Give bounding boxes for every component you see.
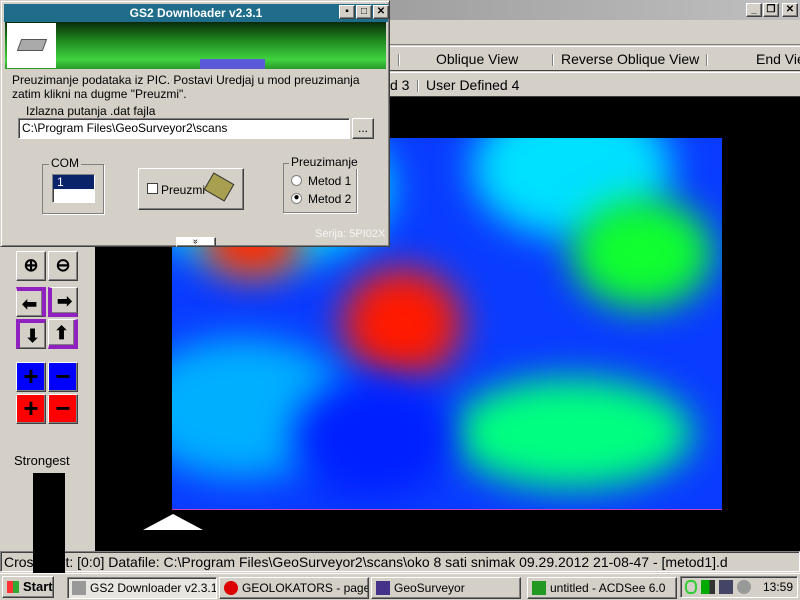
method-2-radio[interactable]: ● Metod 2	[291, 192, 353, 206]
task-gs2-downloader[interactable]: GS2 Downloader v2.3.1	[67, 577, 217, 599]
opera-icon	[224, 581, 238, 595]
terrain-banner	[5, 22, 386, 69]
zoom-out-icon: ⊖	[55, 255, 71, 275]
signal-strength-bar-bottom	[33, 551, 65, 573]
user-defined-3-button[interactable]: d 3	[390, 77, 409, 93]
reverse-oblique-view-button[interactable]: Reverse Oblique View	[561, 51, 699, 67]
dialog-minimize-button[interactable]: ▪	[339, 5, 355, 19]
banner-arrow	[200, 59, 265, 69]
tilt-up-button[interactable]: ⬆	[48, 319, 78, 349]
gs2-downloader-dialog: GS2 Downloader v2.3.1 ▪ □ ✕ Preuzimanje …	[0, 0, 390, 247]
skype-icon[interactable]	[685, 580, 697, 594]
user-defined-4-button[interactable]: User Defined 4	[426, 77, 519, 93]
expand-button[interactable]: »	[176, 237, 216, 247]
task-label: GS2 Downloader v2.3.1	[90, 581, 217, 595]
red-plus-button[interactable]: +	[16, 394, 46, 424]
chevron-down-icon: »	[191, 238, 202, 245]
method-1-label: Metod 1	[308, 174, 352, 188]
task-label: GEOLOKATORS - page...	[242, 581, 369, 595]
geosurveyor-icon	[376, 581, 390, 595]
network-icon[interactable]	[719, 580, 733, 594]
task-geosurveyor[interactable]: GeoSurveyor	[371, 577, 521, 599]
download-checkbox[interactable]	[147, 183, 158, 194]
download-button[interactable]: Preuzmi	[138, 168, 244, 210]
taskbar: Start GS2 Downloader v2.3.1 GEOLOKATORS …	[0, 573, 800, 600]
method-group-label: Preuzimanje	[289, 155, 360, 169]
red-minus-button[interactable]: −	[48, 394, 78, 424]
start-button[interactable]: Start	[2, 576, 54, 598]
download-label: Preuzmi	[161, 183, 206, 197]
com-list[interactable]: 1	[52, 174, 95, 203]
serial-text: Serija: 5PI02X	[315, 228, 386, 240]
windows-logo-icon	[7, 581, 19, 593]
browse-button[interactable]: ...	[352, 118, 374, 139]
status-bar: Cros Point: [0:0] Datafile: C:\Program F…	[0, 551, 800, 572]
start-label: Start	[23, 579, 53, 594]
arrow-down-icon: ⬇	[24, 326, 41, 346]
zoom-in-button[interactable]: ⊕	[16, 251, 46, 281]
zoom-out-button[interactable]: ⊖	[48, 251, 78, 281]
com-label: COM	[49, 156, 81, 170]
task-acdsee[interactable]: untitled - ACDSee 6.0	[527, 577, 677, 599]
restore-button[interactable]: ❐	[763, 3, 779, 17]
path-label: Izlazna putanja .dat fajla	[26, 104, 156, 118]
acdsee-icon	[532, 581, 546, 595]
task-opera[interactable]: GEOLOKATORS - page...	[219, 577, 369, 599]
com-option[interactable]: 1	[53, 175, 94, 189]
arrow-left-icon: ⬅	[21, 294, 38, 314]
plus-icon: +	[23, 361, 39, 391]
arrow-right-icon: ➡	[56, 291, 73, 311]
chip-icon	[7, 23, 56, 68]
arrow-up-icon: ⬆	[53, 323, 70, 343]
chip-icon	[72, 581, 86, 595]
end-view-button[interactable]: End View	[756, 51, 800, 67]
method-1-radio[interactable]: Metod 1	[291, 174, 353, 188]
task-label: untitled - ACDSee 6.0	[550, 581, 666, 595]
minimize-button[interactable]: _	[746, 3, 762, 17]
method-2-label: Metod 2	[308, 192, 352, 206]
plus-icon: +	[23, 393, 39, 423]
clock: 13:59	[763, 580, 794, 594]
memory-card-icon	[203, 172, 235, 202]
task-label: GeoSurveyor	[394, 581, 465, 595]
dialog-maximize-button[interactable]: □	[356, 5, 372, 19]
blue-minus-button[interactable]: −	[48, 362, 78, 392]
tilt-down-button[interactable]: ⬇	[16, 319, 46, 349]
minus-icon: −	[55, 393, 71, 423]
rotate-right-button[interactable]: ➡	[48, 287, 78, 317]
zoom-in-icon: ⊕	[23, 255, 39, 275]
instructions-text: Preuzimanje podataka iz PIC. Postavi Ure…	[12, 73, 360, 101]
blue-plus-button[interactable]: +	[16, 362, 46, 392]
signal-icon[interactable]	[701, 580, 715, 594]
position-marker[interactable]	[143, 514, 203, 530]
close-button[interactable]: ✕	[782, 3, 798, 17]
rotate-left-button[interactable]: ⬅	[16, 287, 46, 317]
oblique-view-button[interactable]: Oblique View	[436, 51, 518, 67]
volume-icon[interactable]	[737, 580, 751, 594]
strongest-label: Strongest	[14, 453, 70, 468]
dialog-title: GS2 Downloader v2.3.1	[4, 4, 388, 22]
minus-icon: −	[55, 361, 71, 391]
signal-strength-bar	[33, 473, 65, 551]
dialog-close-button[interactable]: ✕	[373, 5, 389, 19]
path-input[interactable]: C:\Program Files\GeoSurveyor2\scans	[18, 118, 350, 139]
system-tray: 13:59	[680, 576, 798, 598]
